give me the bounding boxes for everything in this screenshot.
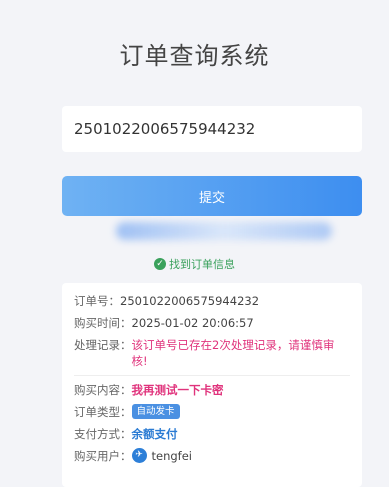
order-type-row: 订单类型： 自动发卡 [74,404,350,420]
purchase-user-label: 购买用户： [74,449,132,463]
submit-button[interactable]: 提交 [62,176,362,216]
process-record-row: 处理记录： 该订单号已存在2次处理记录，请谨慎审核! [74,337,350,369]
order-number-input[interactable] [62,106,362,152]
divider [74,375,350,376]
purchase-user-value: tengfei [151,449,193,463]
purchase-content-row: 购买内容： 我再测试一下卡密 [74,382,350,398]
order-number-row: 订单号： 2501022006575944232 [74,293,350,309]
purchase-content-value: 我再测试一下卡密 [131,383,224,397]
found-status: ✓ 找到订单信息 [0,256,389,272]
order-number-value: 2501022006575944232 [120,294,260,308]
purchase-time-value: 2025-01-02 20:06:57 [131,316,254,330]
page-title: 订单查询系统 [119,42,270,70]
blurred-banner [116,222,332,240]
purchase-time-label: 购买时间： [74,316,132,330]
check-circle-icon: ✓ [154,258,166,270]
order-type-badge: 自动发卡 [131,404,180,419]
process-record-label: 处理记录： [74,338,132,352]
order-number-label: 订单号： [74,294,120,308]
order-type-label: 订单类型： [74,405,132,419]
user-avatar-icon: ✈ [131,448,147,463]
found-status-text: 找到订单信息 [169,258,235,271]
payment-method-row: 支付方式： 余额支付 [74,426,350,442]
purchase-content-label: 购买内容： [74,383,132,397]
purchase-time-row: 购买时间： 2025-01-02 20:06:57 [74,315,350,331]
payment-method-value: 余额支付 [131,427,178,441]
purchase-user-row: 购买用户： ✈ tengfei [74,448,350,464]
process-record-value: 该订单号已存在2次处理记录，请谨慎审核! [131,338,335,368]
order-info-card: 订单号： 2501022006575944232 购买时间： 2025-01-0… [62,283,362,487]
payment-method-label: 支付方式： [74,427,132,441]
